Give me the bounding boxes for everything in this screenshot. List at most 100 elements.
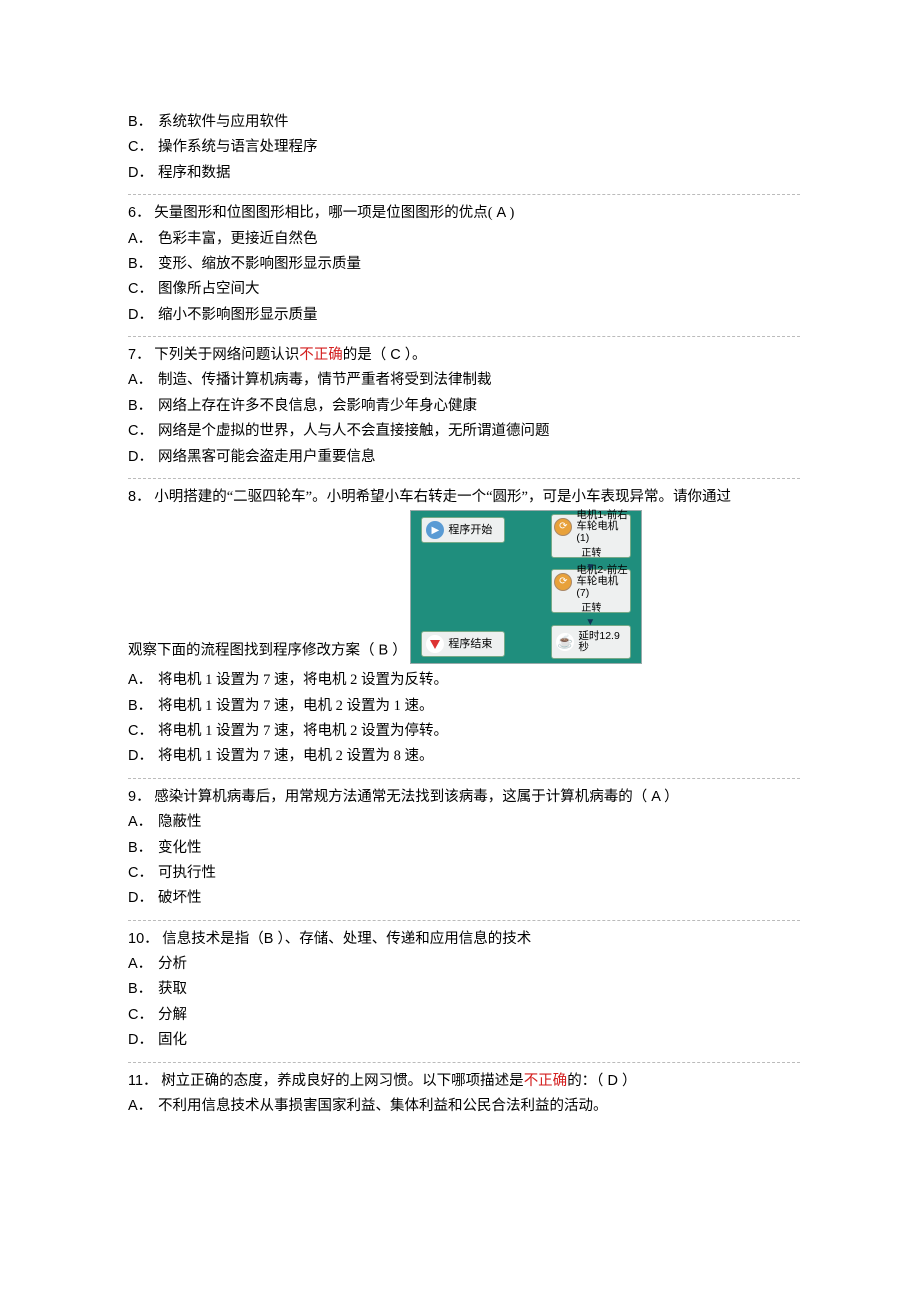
option-text: 破坏性 (158, 886, 202, 911)
stem-text: ） (392, 643, 407, 659)
option-text: 获取 (158, 977, 187, 1002)
node-label: 程序开始 (448, 521, 492, 540)
q5-option-D: D．程序和数据 (128, 161, 800, 186)
option-text: 网络是个虚拟的世界，人与人不会直接接触，无所谓道德问题 (158, 419, 550, 444)
option-letter: D． (128, 161, 158, 186)
flow-node-start: ▶ 程序开始 (421, 517, 505, 543)
q6-option-C: C．图像所占空间大 (128, 277, 800, 302)
q10-option-B: B．获取 (128, 977, 800, 1002)
answer-mark: A (493, 205, 510, 221)
option-text: 将电机 1 设置为 7 速，电机 2 设置为 1 速。 (158, 694, 434, 719)
option-letter: C． (128, 1003, 158, 1028)
option-text: 固化 (158, 1028, 187, 1053)
q5-option-B: B．系统软件与应用软件 (128, 110, 800, 135)
stem-text: 下列关于网络问题认识 (154, 347, 299, 363)
question-number: 11． (128, 1073, 158, 1089)
option-text: 变形、缩放不影响图形显示质量 (158, 252, 361, 277)
q9-option-C: C．可执行性 (128, 861, 800, 886)
motor-icon: ⟳ (554, 518, 572, 536)
stem-text: 矢量图形和位图图形相比，哪一项是位图图形的优点( (154, 205, 492, 221)
option-text: 将电机 1 设置为 7 速，将电机 2 设置为反转。 (158, 668, 448, 693)
stem-text: 信息技术是指（ (162, 931, 264, 947)
option-letter: C． (128, 419, 158, 444)
option-text: 分析 (158, 952, 187, 977)
stem-text: ） (664, 789, 679, 805)
stem-text: ） (622, 1073, 637, 1089)
q8-option-B: B．将电机 1 设置为 7 速，电机 2 设置为 1 速。 (128, 694, 800, 719)
flowchart-diagram: ▶ 程序开始 程序结束 ⟳电机1-前右车轮电机(1) 正转 ⟳电机2-前左车轮电… (410, 510, 642, 664)
question-number: 10． (128, 931, 159, 947)
q6-stem: 6． 矢量图形和位图图形相比，哪一项是位图图形的优点( A ) (128, 201, 800, 226)
stem-text: 感染计算机病毒后，用常规方法通常无法找到该病毒，这属于计算机病毒的（ (154, 789, 647, 805)
option-letter: B． (128, 394, 158, 419)
option-text: 变化性 (158, 836, 202, 861)
answer-mark: B (375, 643, 393, 659)
question-number: 7． (128, 347, 151, 363)
option-letter: A． (128, 668, 158, 693)
option-text: 系统软件与应用软件 (158, 110, 289, 135)
node-label: 电机2-前左 (576, 564, 627, 576)
q6-option-A: A．色彩丰富，更接近自然色 (128, 227, 800, 252)
q8-diagram-line: 观察下面的流程图找到程序修改方案（ B ） ▶ 程序开始 程序结束 ⟳电机1-前… (128, 510, 800, 664)
exam-page: B．系统软件与应用软件 C．操作系统与语言处理程序 D．程序和数据 6． 矢量图… (0, 0, 920, 1302)
wrong-keyword: 不正确 (299, 347, 343, 363)
node-sub: 车轮电机(1) (576, 520, 618, 544)
q8-option-D: D．将电机 1 设置为 7 速，电机 2 设置为 8 速。 (128, 744, 800, 769)
answer-mark: A (647, 789, 664, 805)
q7-option-B: B．网络上存在许多不良信息，会影响青少年身心健康 (128, 394, 800, 419)
wrong-keyword: 不正确 (524, 1073, 568, 1089)
option-text: 色彩丰富，更接近自然色 (158, 227, 318, 252)
option-text: 可执行性 (158, 861, 216, 886)
q8-option-C: C．将电机 1 设置为 7 速，将电机 2 设置为停转。 (128, 719, 800, 744)
divider (128, 336, 800, 337)
option-letter: A． (128, 1094, 158, 1119)
stem-text: 小明搭建的“二驱四轮车”。小明希望小车右转走一个“圆形”，可是小车表现异常。请你… (154, 489, 731, 505)
delay-icon: ☕ (556, 633, 574, 651)
q7-option-A: A．制造、传播计算机病毒，情节严重者将受到法律制裁 (128, 368, 800, 393)
q9-option-A: A．隐蔽性 (128, 810, 800, 835)
option-text: 将电机 1 设置为 7 速，电机 2 设置为 8 速。 (158, 744, 434, 769)
q5-option-C: C．操作系统与语言处理程序 (128, 135, 800, 160)
option-text: 制造、传播计算机病毒，情节严重者将受到法律制裁 (158, 368, 492, 393)
option-letter: A． (128, 227, 158, 252)
option-letter: D． (128, 744, 158, 769)
option-text: 程序和数据 (158, 161, 231, 186)
option-letter: B． (128, 836, 158, 861)
arrow-down-icon: ▼ (585, 614, 595, 632)
divider (128, 194, 800, 195)
option-text: 缩小不影响图形显示质量 (158, 303, 318, 328)
option-text: 将电机 1 设置为 7 速，将电机 2 设置为停转。 (158, 719, 448, 744)
stem-text: ) (509, 205, 514, 221)
option-letter: D． (128, 445, 158, 470)
q7-stem: 7． 下列关于网络问题认识不正确的是（ C ）。 (128, 343, 800, 368)
option-text: 操作系统与语言处理程序 (158, 135, 318, 160)
option-letter: B． (128, 252, 158, 277)
motor-icon: ⟳ (554, 573, 572, 591)
stem-text: 的是（ (343, 347, 387, 363)
answer-mark: D (603, 1073, 622, 1089)
arrow-down-icon: ▼ (585, 559, 595, 577)
option-letter: B． (128, 977, 158, 1002)
node-label: 电机1-前右 (576, 509, 627, 521)
q10-option-D: D．固化 (128, 1028, 800, 1053)
q7-option-C: C．网络是个虚拟的世界，人与人不会直接接触，无所谓道德问题 (128, 419, 800, 444)
option-letter: B． (128, 694, 158, 719)
option-letter: C． (128, 719, 158, 744)
q8-stem-top: 8． 小明搭建的“二驱四轮车”。小明希望小车右转走一个“圆形”，可是小车表现异常… (128, 485, 800, 510)
q10-option-C: C．分解 (128, 1003, 800, 1028)
q6-option-D: D．缩小不影响图形显示质量 (128, 303, 800, 328)
option-text: 隐蔽性 (158, 810, 202, 835)
question-number: 6． (128, 205, 151, 221)
option-text: 分解 (158, 1003, 187, 1028)
q10-stem: 10． 信息技术是指（B ）、存储、处理、传递和应用信息的技术 (128, 927, 800, 952)
q11-stem: 11． 树立正确的态度，养成良好的上网习惯。以下哪项描述是不正确的：（ D ） (128, 1069, 800, 1094)
option-text: 不利用信息技术从事损害国家利益、集体利益和公民合法利益的活动。 (158, 1094, 608, 1119)
divider (128, 478, 800, 479)
node-sub: 车轮电机(7) (576, 575, 618, 599)
option-text: 网络黑客可能会盗走用户重要信息 (158, 445, 376, 470)
q8-option-A: A．将电机 1 设置为 7 速，将电机 2 设置为反转。 (128, 668, 800, 693)
option-letter: D． (128, 303, 158, 328)
q6-option-B: B．变形、缩放不影响图形显示质量 (128, 252, 800, 277)
flow-node-end: 程序结束 (421, 631, 505, 657)
option-letter: C． (128, 135, 158, 160)
